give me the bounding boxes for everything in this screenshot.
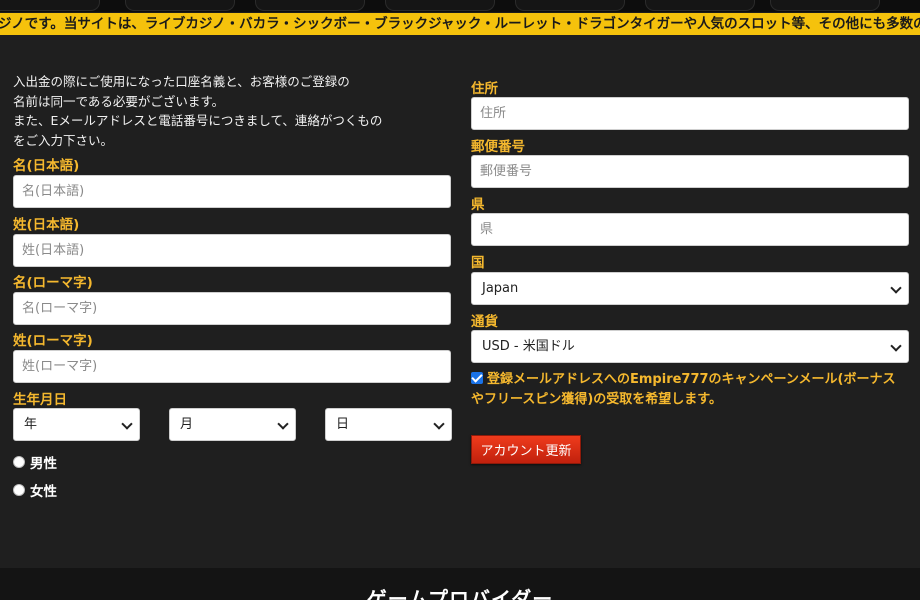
birth-month-value: 月: [180, 417, 194, 432]
chevron-down-icon: [277, 418, 289, 430]
radio-button-female[interactable]: [13, 484, 25, 496]
last-name-jp-label: 姓(日本語): [13, 217, 80, 233]
chevron-down-icon: [121, 418, 133, 430]
currency-select[interactable]: USD - 米国ドル: [471, 330, 909, 363]
intro-text: 入出金の際にご使用になった口座名義と、お客様のご登録の 名前は同一である必要がご…: [13, 72, 433, 150]
nav-tab[interactable]: [385, 0, 495, 11]
first-name-jp-input[interactable]: [13, 175, 451, 208]
nav-tab[interactable]: [0, 0, 100, 11]
newsletter-text-1: 登録メールアドレスへのEmpire777のキャンペーンメール(ボーナス: [487, 372, 896, 387]
prefecture-input[interactable]: [471, 213, 909, 246]
newsletter-optin[interactable]: 登録メールアドレスへのEmpire777のキャンペーンメール(ボーナス やフリー…: [471, 370, 911, 410]
postal-code-input[interactable]: [471, 155, 909, 188]
postal-code-label: 郵便番号: [471, 139, 525, 155]
top-nav: [0, 0, 920, 12]
intro-line: 入出金の際にご使用になった口座名義と、お客様のご登録の: [13, 74, 350, 89]
last-name-roman-label: 姓(ローマ字): [13, 333, 93, 349]
radio-button-male[interactable]: [13, 456, 25, 468]
country-select[interactable]: Japan: [471, 272, 909, 305]
intro-line: 名前は同一である必要がございます。: [13, 93, 225, 109]
first-name-roman-label: 名(ローマ字): [13, 275, 93, 291]
country-label: 国: [471, 255, 485, 271]
ticker-text: ジノです。当サイトは、ライブカジノ・バカラ・シックボー・ブラックジャック・ルーレ…: [0, 16, 920, 32]
birthdate-label: 生年月日: [13, 392, 67, 408]
last-name-jp-input[interactable]: [13, 234, 451, 267]
currency-label: 通貨: [471, 314, 498, 330]
birth-day-select[interactable]: 日: [325, 408, 452, 441]
address-input[interactable]: [471, 97, 909, 130]
chevron-down-icon: [890, 282, 902, 294]
birth-day-value: 日: [336, 417, 350, 432]
nav-tab[interactable]: [645, 0, 755, 11]
gender-female-label: 女性: [30, 484, 57, 500]
game-providers-heading: ゲームプロバイダー: [366, 587, 554, 600]
announcement-ticker: ジノです。当サイトは、ライブカジノ・バカラ・シックボー・ブラックジャック・ルーレ…: [0, 13, 920, 35]
birth-month-select[interactable]: 月: [169, 408, 296, 441]
prefecture-label: 県: [471, 197, 485, 213]
gender-male-option[interactable]: 男性: [13, 452, 57, 472]
nav-tab[interactable]: [255, 0, 365, 11]
newsletter-text-2: やフリースピン獲得)の受取を希望します。: [471, 392, 722, 407]
first-name-roman-input[interactable]: [13, 292, 451, 325]
first-name-jp-label: 名(日本語): [13, 158, 80, 174]
chevron-down-icon: [433, 418, 445, 430]
newsletter-checkbox[interactable]: [471, 372, 483, 384]
intro-line: をご入力下さい。: [13, 132, 114, 148]
intro-line: また、Eメールアドレスと電話番号につきまして、連絡がつくもの: [13, 113, 383, 128]
update-account-button[interactable]: アカウント更新: [471, 435, 581, 464]
gender-male-label: 男性: [30, 456, 57, 472]
birth-year-value: 年: [24, 417, 38, 432]
currency-value: USD - 米国ドル: [482, 339, 575, 354]
nav-tab[interactable]: [515, 0, 625, 11]
last-name-roman-input[interactable]: [13, 350, 451, 383]
chevron-down-icon: [890, 340, 902, 352]
gender-female-option[interactable]: 女性: [13, 480, 57, 500]
address-label: 住所: [471, 81, 498, 97]
country-value: Japan: [482, 281, 519, 296]
birth-year-select[interactable]: 年: [13, 408, 140, 441]
newsletter-line: 登録メールアドレスへのEmpire777のキャンペーンメール(ボーナス: [471, 370, 911, 390]
nav-tab[interactable]: [125, 0, 235, 11]
nav-tab[interactable]: [770, 0, 880, 11]
